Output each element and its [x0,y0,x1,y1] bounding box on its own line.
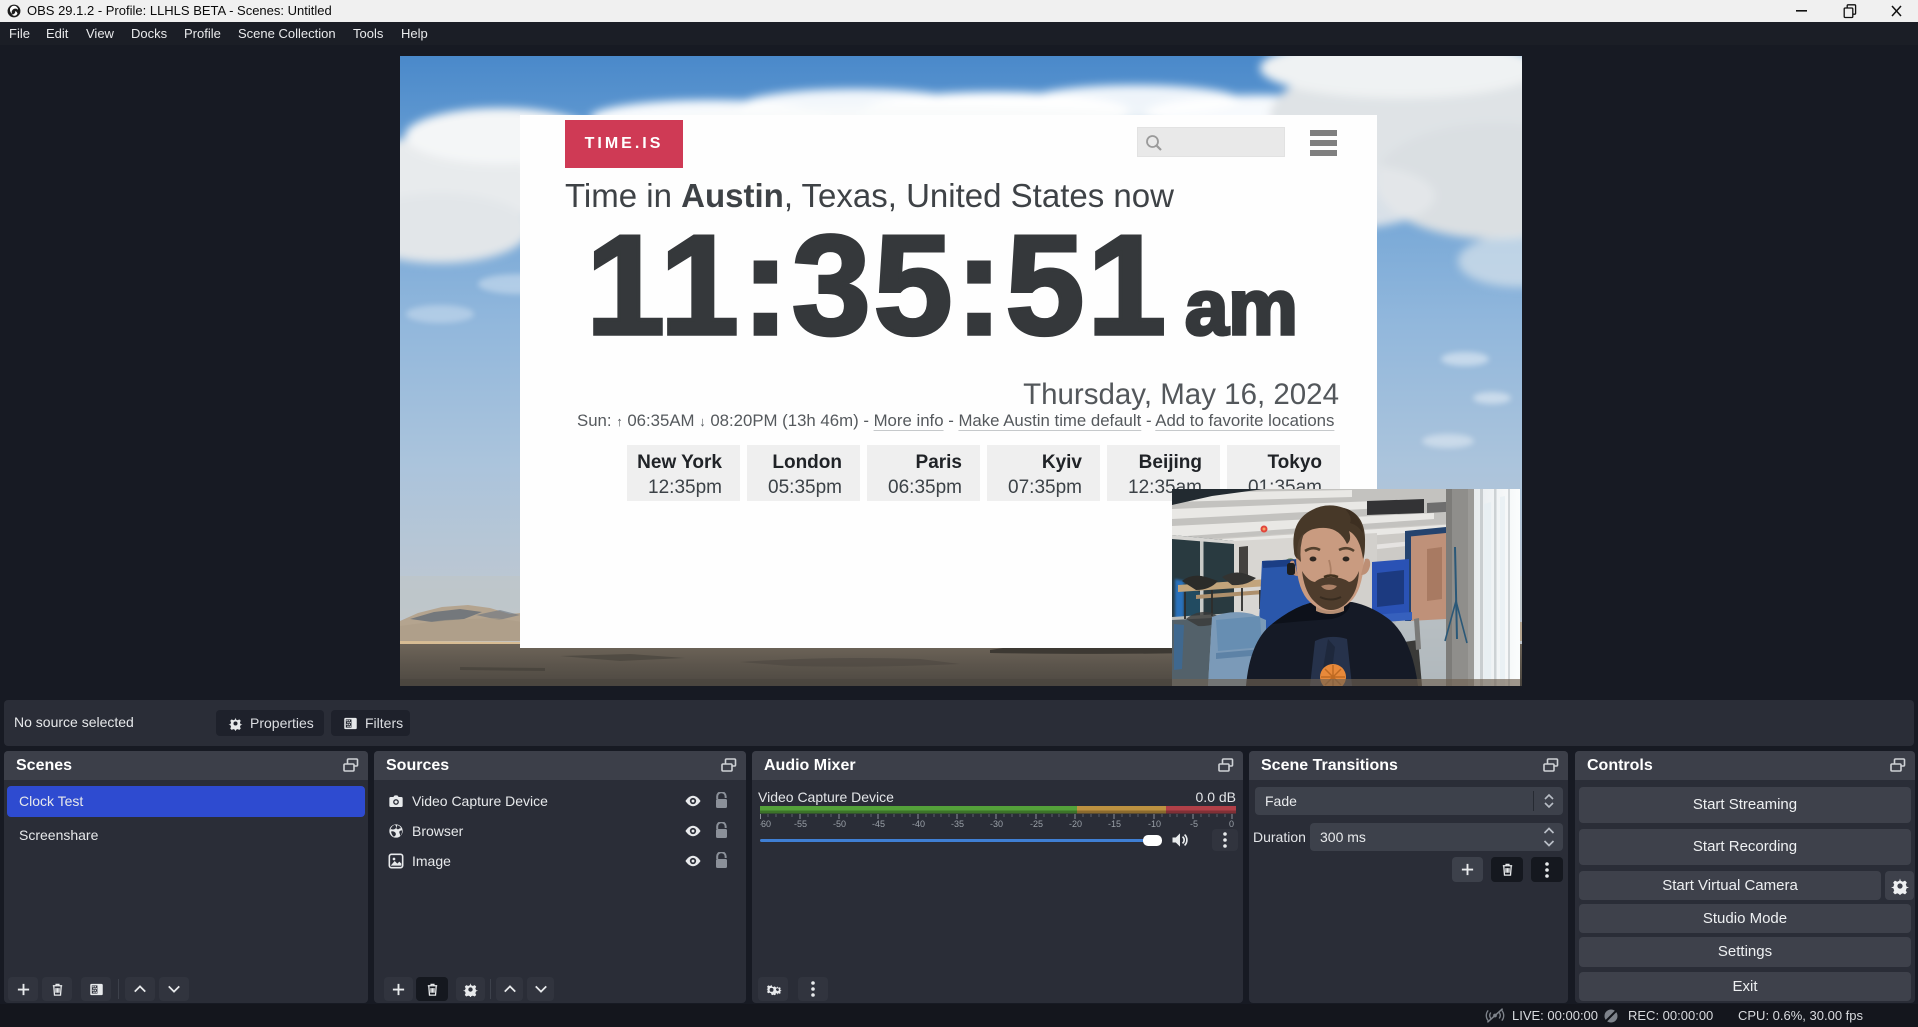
svg-text:-45: -45 [872,819,885,829]
svg-text:-30: -30 [990,819,1003,829]
svg-text:-60: -60 [760,819,771,829]
svg-text:-25: -25 [1030,819,1043,829]
svg-text:-50: -50 [833,819,846,829]
svg-text:-15: -15 [1108,819,1121,829]
svg-text:-40: -40 [912,819,925,829]
svg-text:-10: -10 [1148,819,1161,829]
svg-text:-5: -5 [1190,819,1198,829]
svg-text:-35: -35 [951,819,964,829]
svg-text:-55: -55 [794,819,807,829]
svg-text:0: 0 [1229,819,1234,829]
svg-text:-20: -20 [1069,819,1082,829]
